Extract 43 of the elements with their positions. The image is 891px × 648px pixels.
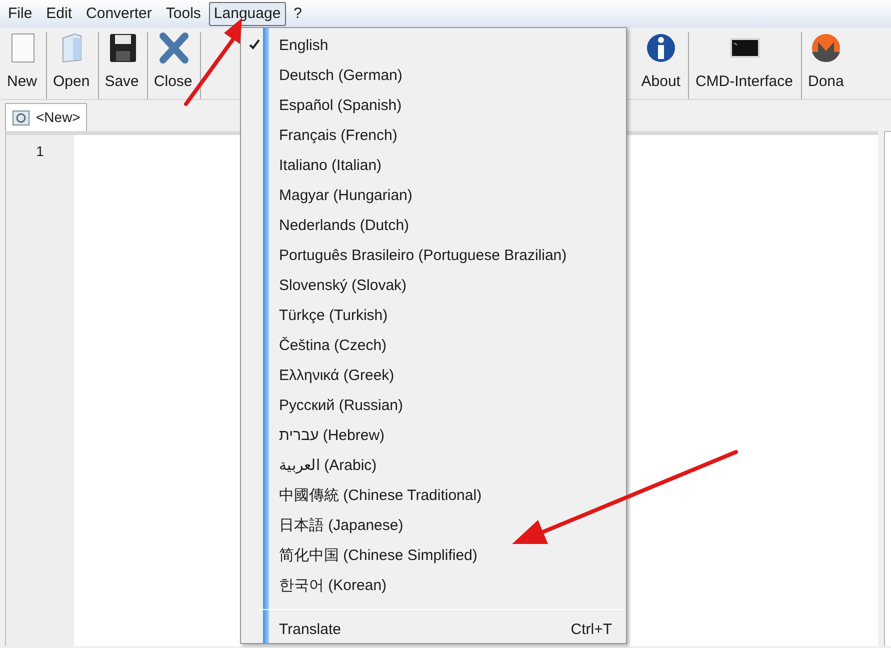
shortcut-label: Ctrl+T — [570, 620, 612, 640]
x-icon — [157, 32, 190, 64]
menu-item[interactable]: Tools — [160, 2, 207, 26]
language-menu-item[interactable]: Português Brasileiro (Portuguese Brazilian) — [243, 241, 626, 271]
toolbar-button[interactable]: New — [0, 32, 47, 99]
document-tab[interactable]: <New> — [5, 103, 88, 131]
menu-item[interactable]: Language — [208, 2, 286, 26]
info-icon — [644, 32, 677, 64]
toolbar-button[interactable]: Open — [47, 32, 99, 99]
translate-menu-item[interactable]: Translate Ctrl+T — [269, 618, 626, 643]
language-menu-item[interactable]: Français (French) — [243, 121, 626, 151]
language-menu-item[interactable]: 日本語 (Japanese) — [243, 511, 626, 541]
toolbar-button[interactable]: Dona — [802, 32, 852, 99]
language-menu-item[interactable]: Ελληνικά (Greek) — [243, 361, 626, 391]
coin-icon — [810, 32, 842, 64]
language-menu-item[interactable]: Русский (Russian) — [243, 391, 626, 421]
document-icon — [12, 110, 30, 126]
menu-item[interactable]: File — [2, 2, 38, 26]
toolbar-button[interactable]: Close — [148, 32, 202, 99]
language-menu-item[interactable]: العربية (Arabic) — [243, 451, 626, 481]
toolbar-button[interactable]: About — [635, 32, 690, 99]
menu-item[interactable]: ? — [288, 2, 308, 26]
toolbar-button[interactable]: CMD-Interface — [689, 32, 802, 99]
language-menu-item[interactable]: 简化中国 (Chinese Simplified) — [243, 541, 626, 571]
language-menu-item[interactable]: Deutsch (German) — [243, 61, 626, 91]
menu-item[interactable]: Converter — [80, 2, 158, 26]
language-menu-item[interactable]: Italiano (Italian) — [243, 151, 626, 181]
language-menu-item[interactable]: 中國傳統 (Chinese Traditional) — [243, 481, 626, 511]
toolbar-button[interactable]: Save — [98, 32, 148, 99]
menu-item[interactable]: Edit — [40, 2, 78, 26]
menu-item-label: Translate — [279, 620, 341, 640]
check-icon — [249, 39, 260, 50]
language-menu-item[interactable]: Čeština (Czech) — [243, 331, 626, 361]
line-number: 1 — [36, 142, 44, 161]
language-menu-item[interactable]: Magyar (Hungarian) — [243, 181, 626, 211]
language-menu-item[interactable]: עברית (Hebrew) — [243, 421, 626, 451]
language-menu-item[interactable]: Slovenský (Slovak) — [243, 271, 626, 301]
language-menu-item[interactable]: English — [243, 31, 626, 61]
language-menu-item[interactable]: 한국어 (Korean) — [243, 571, 626, 601]
language-menu-item[interactable]: Español (Spanish) — [243, 91, 626, 121]
tab-label: <New> — [36, 108, 80, 127]
language-menu-item[interactable]: Türkçe (Turkish) — [243, 301, 626, 331]
language-menu-item[interactable]: Nederlands (Dutch) — [243, 211, 626, 241]
